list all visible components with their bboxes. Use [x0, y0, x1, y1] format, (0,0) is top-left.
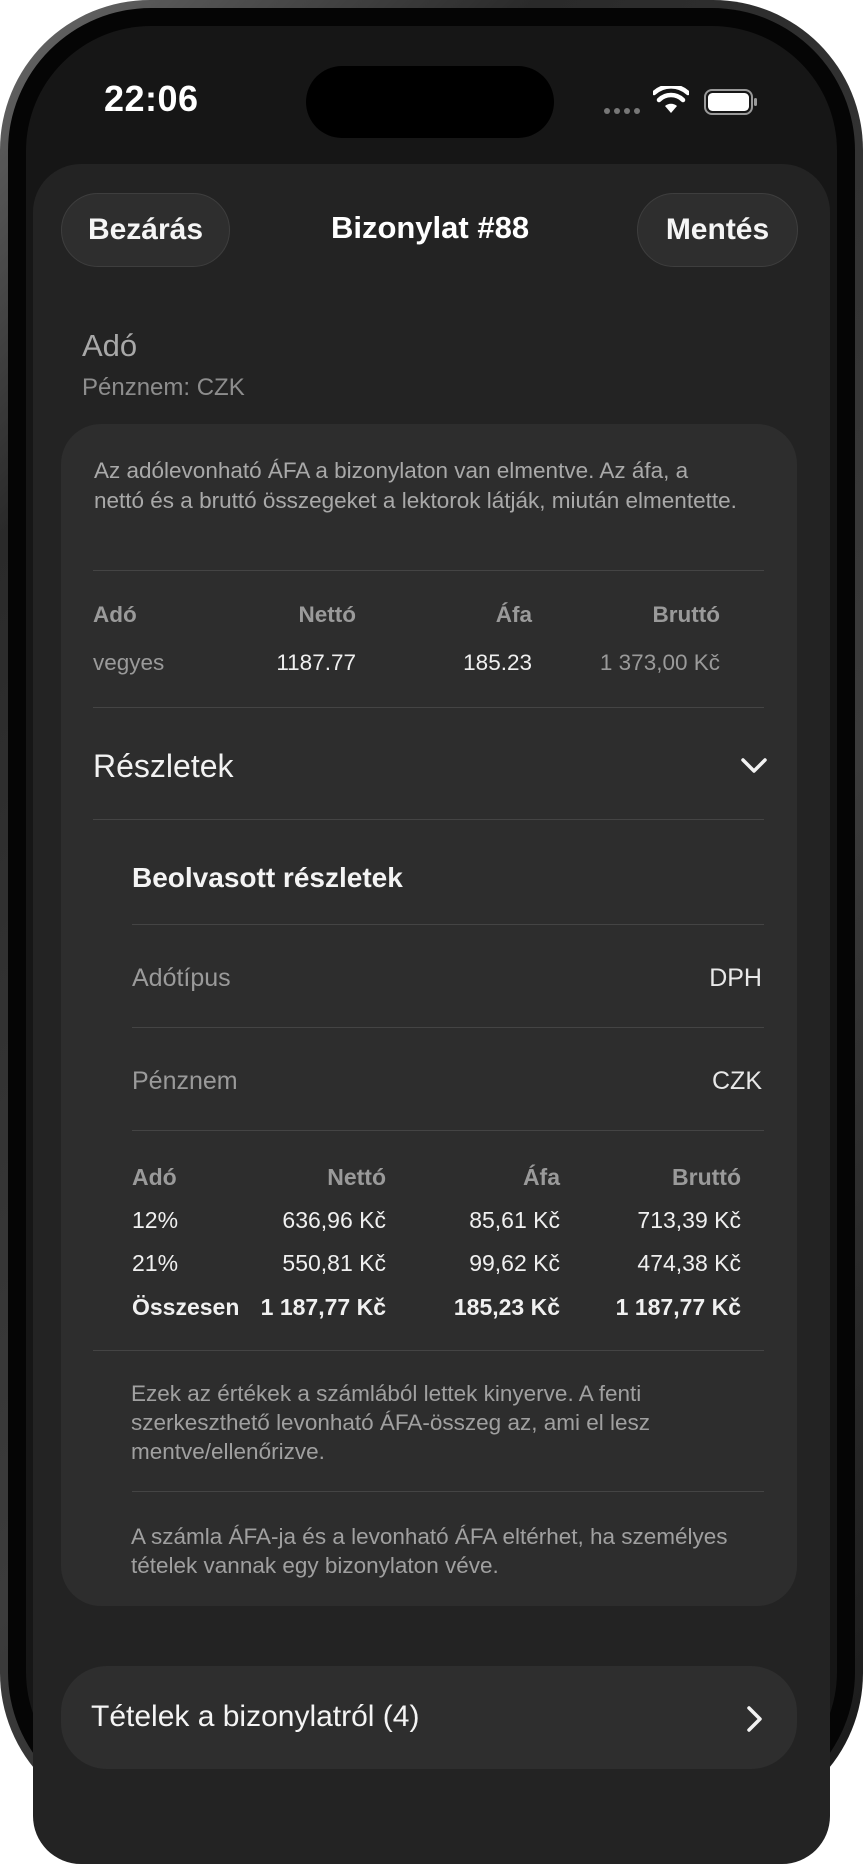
- close-button[interactable]: Bezárás: [61, 193, 230, 267]
- scanned-header-net: Nettó: [327, 1164, 386, 1190]
- wifi-icon: [653, 86, 689, 113]
- tax-info-text: Az adólevonható ÁFA a bizonylaton van el…: [94, 458, 737, 513]
- total-label: Összesen: [132, 1294, 240, 1320]
- summary-header-vat: Áfa: [495, 602, 532, 627]
- divider: [93, 570, 764, 571]
- scanned-header-vat: Áfa: [522, 1164, 560, 1190]
- currency-value: CZK: [712, 1067, 762, 1095]
- summary-header-gross: Bruttó: [652, 602, 720, 627]
- table-row-vat: 99,62 Kč: [469, 1250, 560, 1276]
- total-net: 1 187,77 Kč: [260, 1294, 386, 1320]
- extraction-note: Ezek az értékek a számlából lettek kinye…: [131, 1381, 650, 1464]
- table-row-net: 636,96 Kč: [282, 1207, 386, 1233]
- divider: [93, 1350, 764, 1351]
- vat-difference-note: A számla ÁFA-ja és a levonható ÁFA eltér…: [131, 1524, 728, 1578]
- total-vat: 185,23 Kč: [453, 1294, 560, 1320]
- summary-tax-value: vegyes: [93, 650, 165, 675]
- scanned-details-title: Beolvasott részletek: [132, 862, 403, 893]
- details-disclosure[interactable]: Részletek: [93, 748, 234, 785]
- net-amount-field[interactable]: 1187.77: [236, 650, 356, 676]
- summary-header-net: Nettó: [298, 602, 357, 627]
- scanned-header-tax: Adó: [132, 1164, 177, 1190]
- table-row-rate: 12%: [132, 1207, 179, 1233]
- currency-subtitle: Pénznem: CZK: [82, 374, 245, 401]
- table-row-vat: 85,61 Kč: [469, 1207, 560, 1233]
- total-gross: 1 187,77 Kč: [615, 1294, 741, 1320]
- scanned-header-gross: Bruttó: [672, 1164, 741, 1190]
- divider: [132, 924, 764, 925]
- divider: [132, 1027, 764, 1028]
- summary-header-tax: Adó: [93, 602, 137, 627]
- page-title: Bizonylat #88: [330, 210, 530, 245]
- table-row-gross: 713,39 Kč: [637, 1207, 741, 1233]
- table-row-gross: 474,38 Kč: [637, 1250, 741, 1276]
- dynamic-island: [306, 66, 554, 138]
- chevron-right-icon[interactable]: [746, 1705, 764, 1733]
- divider: [132, 1130, 764, 1131]
- divider: [93, 707, 764, 708]
- vat-amount-field[interactable]: 185.23: [420, 650, 532, 676]
- status-time: 22:06: [104, 78, 199, 119]
- receipt-items-label[interactable]: Tételek a bizonylatról (4): [91, 1700, 419, 1734]
- cellular-signal-icon: [604, 108, 640, 114]
- battery-icon: [704, 89, 757, 115]
- currency-label: Pénznem: [132, 1067, 238, 1095]
- section-title-tax: Adó: [82, 328, 138, 363]
- save-button[interactable]: Mentés: [637, 193, 798, 267]
- divider: [93, 819, 764, 820]
- tax-type-value: DPH: [709, 964, 762, 992]
- table-row-net: 550,81 Kč: [282, 1250, 386, 1276]
- tax-type-label: Adótípus: [132, 964, 231, 992]
- chevron-down-icon[interactable]: [740, 756, 768, 776]
- gross-amount-value: 1 373,00 Kč: [599, 650, 720, 675]
- table-row-rate: 21%: [132, 1250, 179, 1276]
- divider: [132, 1491, 764, 1492]
